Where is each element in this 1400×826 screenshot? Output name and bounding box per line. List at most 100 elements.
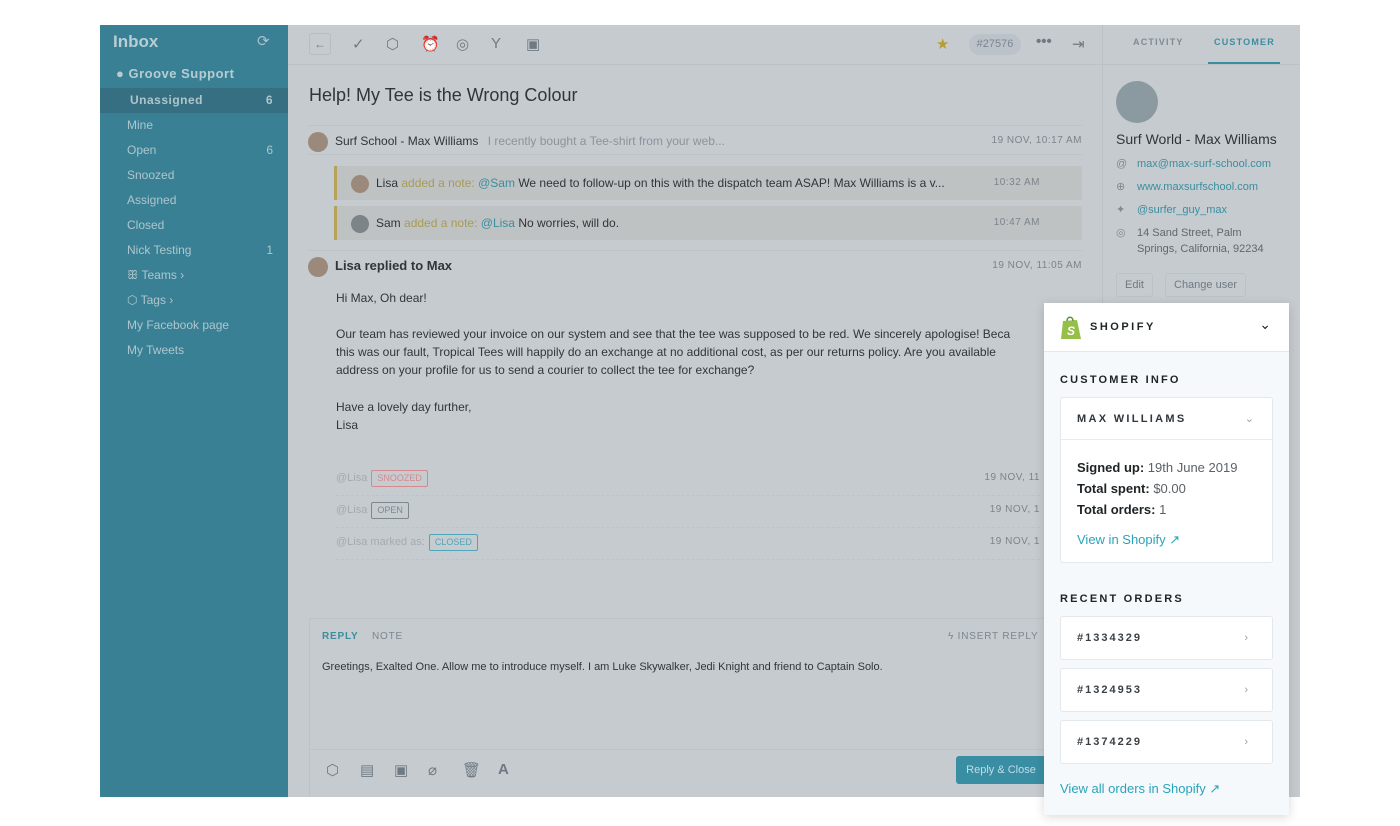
link-label: View in Shopify (1077, 532, 1166, 547)
shopify-logo-icon: S (1061, 316, 1081, 339)
star-icon[interactable]: ★ (936, 35, 949, 53)
attachment-icon[interactable]: ⌀ (428, 761, 437, 779)
sidebar-item-snoozed[interactable]: Snoozed (100, 163, 288, 188)
sidebar-item-label: Teams › (141, 268, 185, 282)
status-event: @Lisa OPEN 19 NOV, 1 (336, 496, 1040, 528)
tab-reply[interactable]: REPLY (322, 631, 358, 642)
avatar (308, 131, 328, 152)
reply-time: 19 NOV, 11:05 AM (992, 260, 1082, 271)
reply-header[interactable]: Lisa replied to Max 19 NOV, 11:05 AM (308, 250, 1082, 280)
chevron-down-icon[interactable]: ⌄ (1259, 316, 1271, 333)
reply-body: Our team has reviewed your invoice on ou… (336, 327, 1011, 341)
note-mention: @Sam (478, 176, 515, 190)
sidebar-item-mine[interactable]: Mine (100, 113, 288, 138)
recent-orders-heading: RECENT ORDERS (1060, 593, 1184, 605)
status-badge: CLOSED (428, 533, 478, 551)
mailbox-label: Groove Support (128, 66, 235, 81)
sidebar-item-unassigned[interactable]: Unassigned 6 (100, 88, 288, 113)
avatar (351, 174, 369, 193)
location-icon: ◎ (1116, 227, 1126, 239)
link-label: View all orders in Shopify (1060, 781, 1206, 796)
customer-email[interactable]: @ max@max-surf-school.com (1116, 156, 1271, 172)
refresh-icon[interactable]: ⟳ (257, 32, 270, 50)
chevron-right-icon: › (1244, 684, 1250, 696)
status-text: @Lisa (336, 472, 368, 484)
note-author: Lisa (376, 176, 399, 190)
chevron-right-icon: › (1244, 736, 1250, 748)
globe-icon: ⊕ (1116, 181, 1126, 193)
merge-icon[interactable]: Y (491, 35, 501, 52)
avatar (351, 214, 369, 233)
check-icon[interactable]: ✓ (352, 35, 365, 53)
customer-address: ◎ 14 Sand Street, Palm Springs, California… (1116, 225, 1264, 257)
customer-website[interactable]: ⊕ www.maxsurfschool.com (1116, 179, 1258, 195)
status-text: @Lisa (336, 504, 368, 516)
sidebar-title: Inbox (113, 32, 159, 51)
reply-close-button[interactable]: Reply & Close (956, 756, 1046, 784)
sidebar-item-tags[interactable]: ⬡ Tags › (100, 288, 288, 313)
email-text: max@max-surf-school.com (1137, 158, 1272, 170)
total-orders-label: Total orders: (1077, 502, 1156, 517)
external-link-icon: ↗ (1169, 532, 1181, 547)
note-row[interactable]: Lisa added a note: @Sam We need to follo… (334, 166, 1082, 200)
sidebar: Inbox ⟳ ● Groove Support Unassigned 6 Min… (100, 25, 288, 797)
alarm-icon[interactable]: ⏰ (421, 35, 440, 53)
avatar (308, 256, 328, 277)
order-item[interactable]: #1324953 › (1060, 668, 1273, 712)
customer-twitter[interactable]: ✦ @surfer_guy_max (1116, 202, 1227, 218)
sidebar-item-closed[interactable]: Closed (100, 213, 288, 238)
edit-button[interactable]: Edit (1116, 273, 1153, 297)
exit-icon[interactable]: ⇥ (1072, 35, 1085, 53)
message-row[interactable]: Surf School - Max Williams I recently bo… (308, 125, 1082, 155)
sidebar-item-teams[interactable]: ꕥ Teams › (100, 263, 288, 288)
view-all-orders-link[interactable]: View all orders in Shopify ↗ (1060, 781, 1220, 797)
order-item[interactable]: #1334329 › (1060, 616, 1273, 660)
sidebar-item-facebook[interactable]: My Facebook page (100, 313, 288, 338)
order-item[interactable]: #1374229 › (1060, 720, 1273, 764)
reply-input[interactable]: Greetings, Exalted One. Allow me to intr… (322, 661, 883, 673)
sidebar-item-assigned[interactable]: Assigned (100, 188, 288, 213)
trash-icon[interactable]: 🗑 (462, 761, 481, 779)
shopify-header[interactable]: S SHOPIFY ⌄ (1044, 303, 1289, 352)
customer-card-header[interactable]: MAX WILLIAMS ⌄ (1061, 398, 1272, 440)
note-action: added a note: (404, 216, 478, 230)
sidebar-item-nick-testing[interactable]: Nick Testing 1 (100, 238, 288, 263)
status-time: 19 NOV, 1 (989, 504, 1040, 515)
sidebar-item-count: 6 (266, 143, 273, 157)
reply-body: Lisa (336, 418, 359, 432)
sidebar-item-count: 6 (265, 93, 273, 107)
target-icon[interactable]: ◎ (456, 35, 469, 53)
external-link-icon: ↗ (1209, 781, 1221, 796)
back-icon[interactable]: ← (309, 33, 331, 55)
sidebar-item-count: 1 (266, 243, 273, 257)
sidebar-item-open[interactable]: Open 6 (100, 138, 288, 163)
toolbar: ← ✓ ⬡ ⏰ ◎ Y ▣ ★ #27576 ••• ⇥ (288, 25, 1102, 65)
assign-icon[interactable]: ▣ (526, 35, 540, 53)
shopify-title: SHOPIFY (1090, 321, 1156, 333)
address-line: Springs, California, 92234 (1137, 243, 1264, 255)
reply-body: this was our fault, Tropical Tees will h… (336, 345, 996, 359)
reply-body: Have a lovely day further, (336, 400, 472, 414)
customer-info-heading: CUSTOMER INFO (1060, 374, 1181, 386)
sidebar-item-label: Assigned (127, 193, 177, 207)
total-spent-label: Total spent: (1077, 481, 1150, 496)
tag-icon[interactable]: ⬡ (386, 35, 399, 53)
total-spent-value: $0.00 (1153, 481, 1186, 496)
tag-icon[interactable]: ⬡ (326, 761, 339, 779)
mailbox-name[interactable]: ● Groove Support (116, 66, 234, 81)
chevron-down-icon: ⌄ (1244, 413, 1254, 425)
insert-reply-label: INSERT REPLY (957, 631, 1039, 642)
more-icon[interactable]: ••• (1036, 33, 1052, 50)
text-format-icon[interactable]: A (498, 761, 509, 778)
note-row[interactable]: Sam added a note: @Lisa No worries, will… (334, 206, 1082, 240)
sidebar-item-tweets[interactable]: My Tweets (100, 338, 288, 363)
tab-activity[interactable]: ACTIVITY (1133, 37, 1184, 47)
tab-note[interactable]: NOTE (372, 631, 403, 642)
add-note-icon[interactable]: ▤ (360, 761, 374, 779)
change-user-button[interactable]: Change user (1165, 273, 1246, 297)
insert-reply-button[interactable]: ϟ INSERT REPLY (948, 631, 1038, 642)
view-in-shopify-link[interactable]: View in Shopify ↗ (1077, 529, 1256, 550)
assign-icon[interactable]: ▣ (394, 761, 408, 779)
tab-customer[interactable]: CUSTOMER (1214, 37, 1275, 47)
shopify-panel: S SHOPIFY ⌄ CUSTOMER INFO MAX WILLIAMS ⌄ … (1044, 303, 1289, 815)
